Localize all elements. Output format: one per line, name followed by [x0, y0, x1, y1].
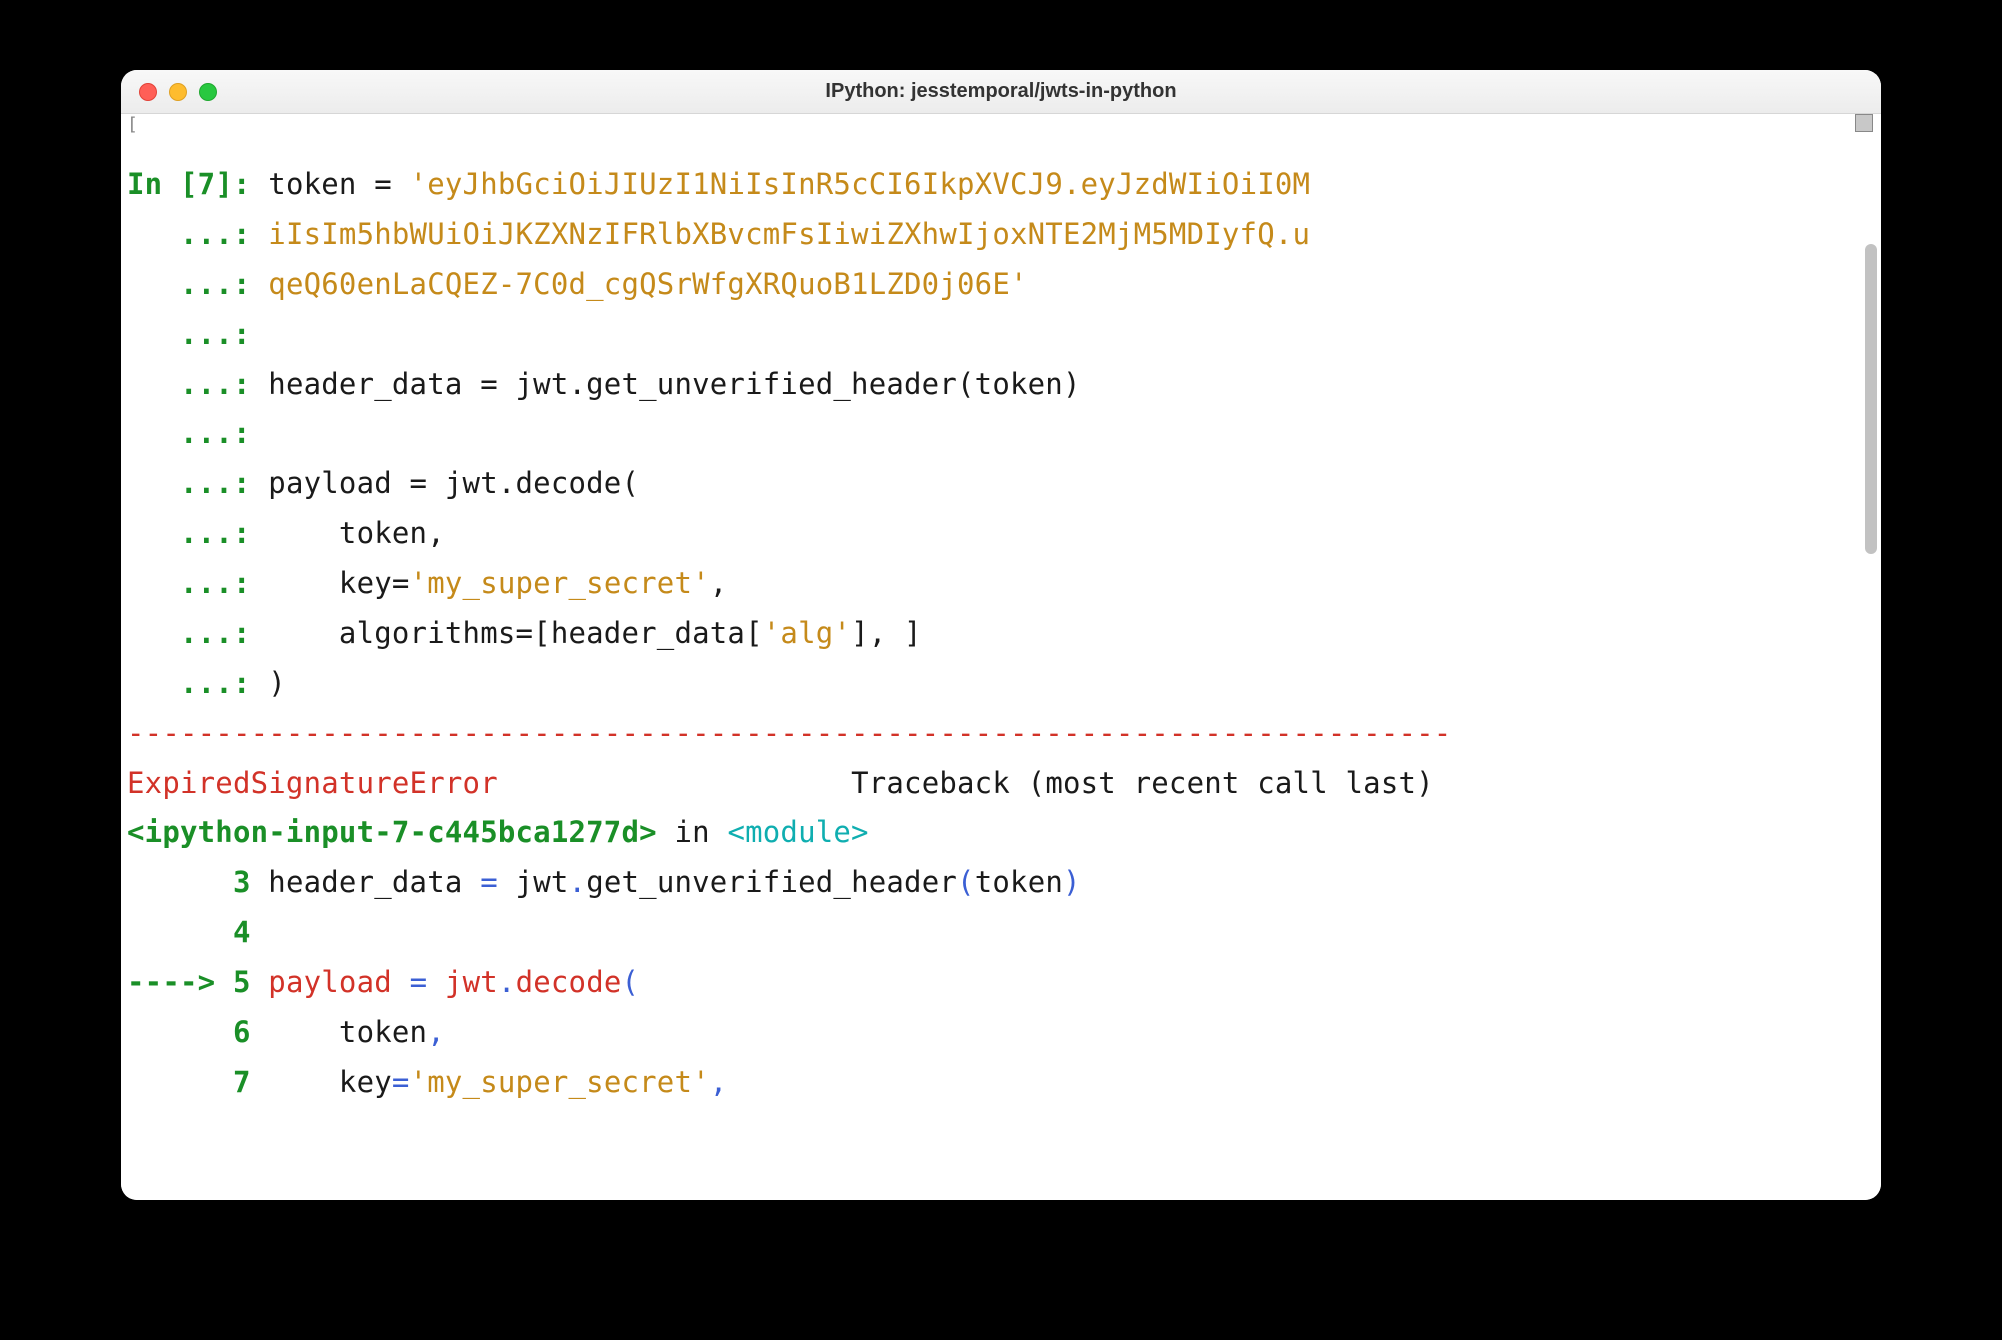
continuation-prompt: ...:: [127, 416, 268, 450]
continuation-prompt: ...:: [127, 466, 268, 500]
tb-code: decode: [516, 965, 622, 999]
in-word: in: [657, 815, 728, 849]
continuation-prompt: ...:: [127, 267, 268, 301]
code-text: key=: [268, 566, 409, 600]
code-text: header_data = jwt.get_unverified_header(…: [268, 367, 1080, 401]
string-literal: 'alg': [763, 616, 851, 650]
string-literal: 'my_super_secret': [410, 1065, 710, 1099]
continuation-prompt: ...:: [127, 666, 268, 700]
tb-paren: ): [1063, 865, 1081, 899]
tb-code: token: [268, 1015, 427, 1049]
tb-line-number: 4: [127, 915, 268, 949]
ipython-input-ref: <ipython-input-7-c445bca1277d>: [127, 815, 657, 849]
continuation-prompt: ...:: [127, 217, 268, 251]
continuation-prompt: ...:: [127, 566, 268, 600]
tb-line-number: 6: [127, 1015, 268, 1049]
code-text: algorithms=[header_data[: [268, 616, 762, 650]
tb-code: get_unverified_header: [586, 865, 957, 899]
continuation-prompt: ...:: [127, 317, 268, 351]
tb-line-number: 7: [127, 1065, 268, 1099]
tb-operator: =: [392, 1065, 410, 1099]
titlebar[interactable]: IPython: jesstemporal/jwts-in-python: [121, 70, 1881, 114]
top-bracket-icon: [: [127, 114, 138, 135]
tb-operator: =: [410, 965, 428, 999]
close-icon[interactable]: [139, 83, 157, 101]
terminal-content[interactable]: In [7]: token = 'eyJhbGciOiJIUzI1NiIsInR…: [121, 114, 1881, 1108]
tb-code: header_data: [268, 865, 480, 899]
tb-paren: (: [622, 965, 640, 999]
tb-code: jwt: [427, 965, 498, 999]
string-literal: 'eyJhbGciOiJIUzI1NiIsInR5cCI6IkpXVCJ9.ey…: [410, 167, 1311, 201]
tb-paren: (: [957, 865, 975, 899]
string-literal: qeQ60enLaCQEZ-7C0d_cgQSrWfgXRQuoB1LZD0j0…: [268, 267, 1027, 301]
terminal-body[interactable]: [ In [7]: token = 'eyJhbGciOiJIUzI1NiIsI…: [121, 114, 1881, 1200]
continuation-prompt: ...:: [127, 516, 268, 550]
maximize-icon[interactable]: [199, 83, 217, 101]
error-separator: ----------------------------------------…: [127, 709, 1875, 759]
tb-operator: .: [569, 865, 587, 899]
spacer: [498, 766, 851, 800]
tb-arg: token: [975, 865, 1063, 899]
tb-comma: ,: [427, 1015, 445, 1049]
prompt-close: ]:: [215, 167, 268, 201]
tb-arrow: ---->: [127, 965, 233, 999]
tb-code: payload: [268, 965, 409, 999]
tb-line-number: 5: [233, 965, 268, 999]
scroll-indicator-icon: [1855, 114, 1873, 132]
code-text: payload = jwt.decode(: [268, 466, 639, 500]
minimize-icon[interactable]: [169, 83, 187, 101]
string-literal: iIsIm5hbWUiOiJKZXNzIFRlbXBvcmFsIiwiZXhwI…: [268, 217, 1310, 251]
error-name: ExpiredSignatureError: [127, 766, 498, 800]
code-text: token,: [268, 516, 445, 550]
tb-line-number: 3: [127, 865, 268, 899]
terminal-window: IPython: jesstemporal/jwts-in-python [ I…: [121, 70, 1881, 1200]
traceback-label: Traceback (most recent call last): [851, 766, 1434, 800]
module-name: <module>: [727, 815, 868, 849]
tb-comma: ,: [710, 1065, 728, 1099]
tb-code: jwt: [498, 865, 569, 899]
code-text: ], ]: [851, 616, 922, 650]
code-text: ,: [710, 566, 728, 600]
continuation-prompt: ...:: [127, 616, 268, 650]
prompt-in: In [: [127, 167, 198, 201]
string-literal: 'my_super_secret': [410, 566, 710, 600]
tb-operator: =: [480, 865, 498, 899]
window-title: IPython: jesstemporal/jwts-in-python: [139, 80, 1863, 103]
prompt-number: 7: [198, 167, 216, 201]
tb-code: key: [268, 1065, 392, 1099]
traffic-lights: [139, 83, 217, 101]
tb-operator: .: [498, 965, 516, 999]
code-text: token =: [268, 167, 409, 201]
continuation-prompt: ...:: [127, 367, 268, 401]
scrollbar[interactable]: [1865, 244, 1877, 554]
code-text: ): [268, 666, 286, 700]
